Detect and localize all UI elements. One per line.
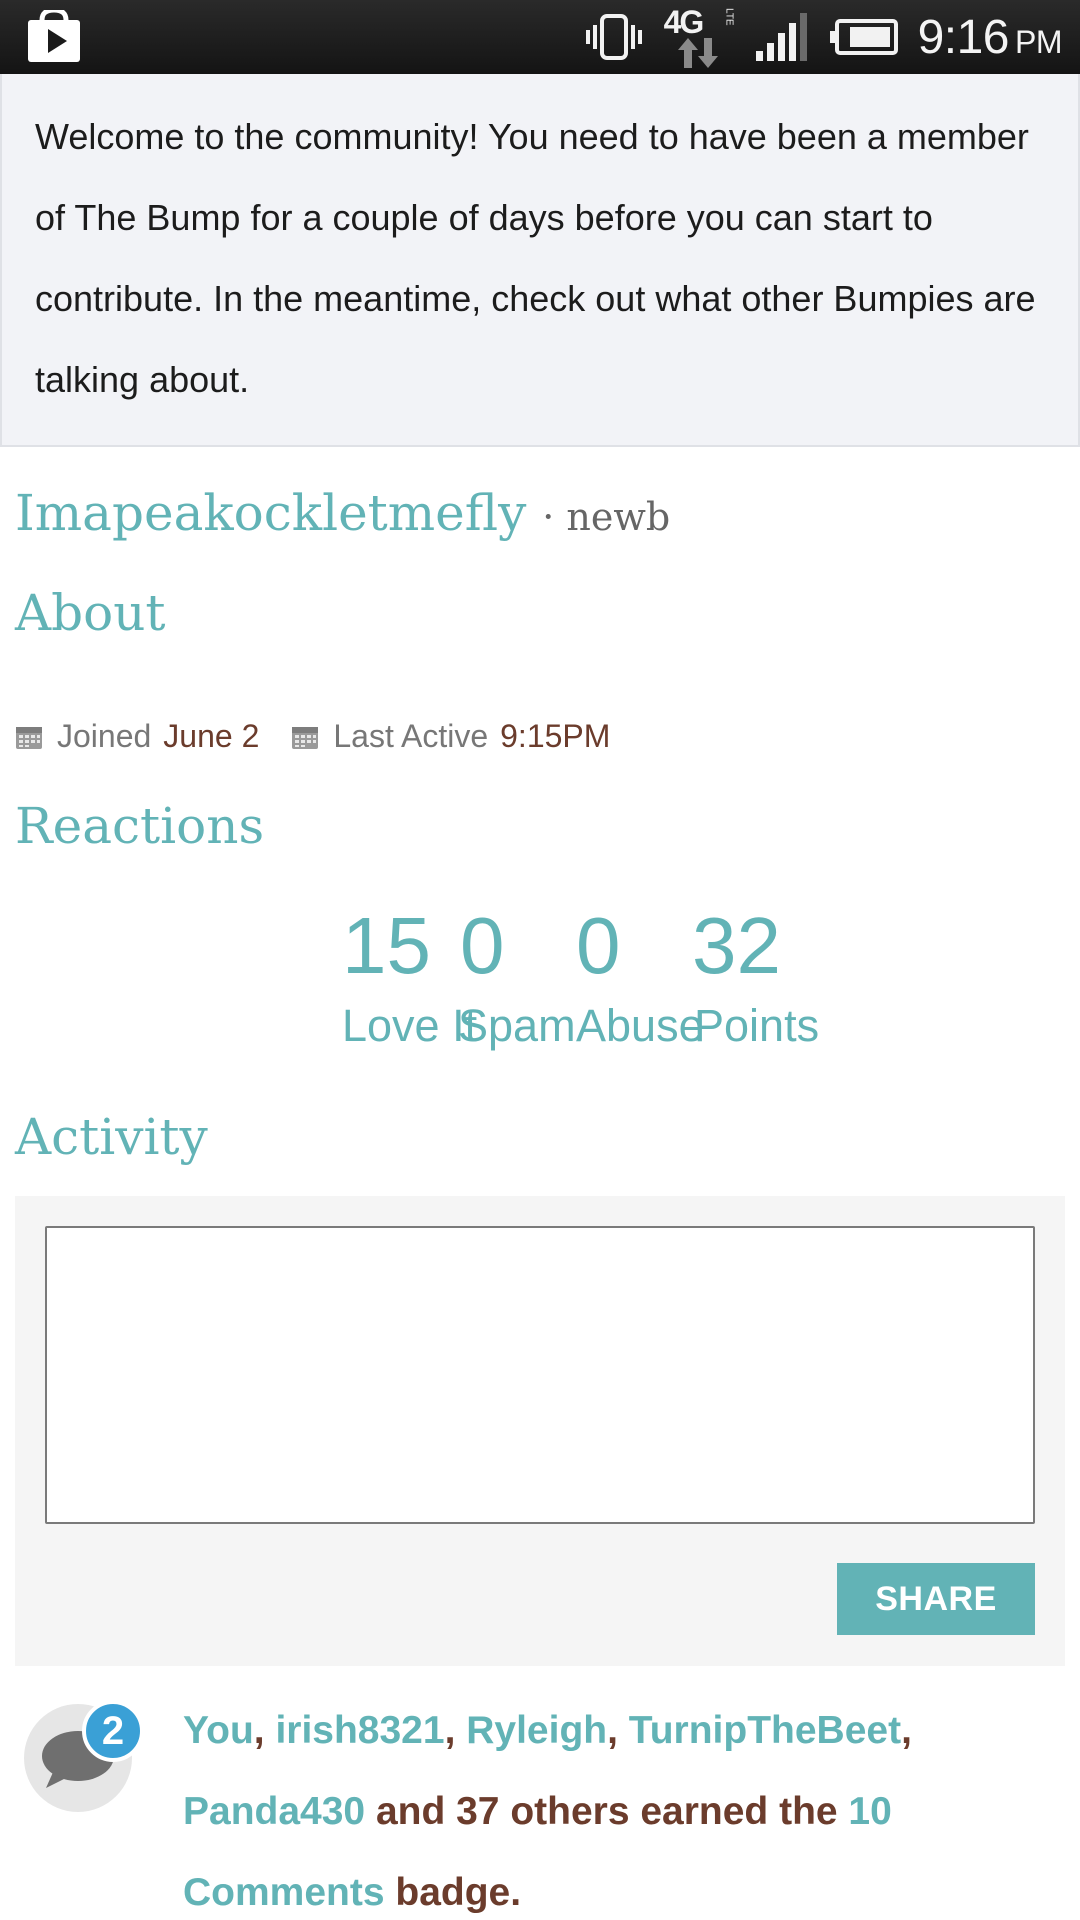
reaction-label-abuse[interactable]: Abuse [576, 1000, 704, 1052]
last-active-value: 9:15PM [500, 718, 611, 754]
calendar-icon [292, 726, 319, 749]
user-link[interactable]: You [183, 1709, 254, 1752]
reaction-count-points: 32 [692, 901, 781, 990]
joined-value: June 2 [163, 718, 260, 754]
last-active-label: Last Active [333, 718, 489, 754]
play-store-icon [28, 10, 80, 62]
clock: 9:16 PM [917, 10, 1063, 64]
user-rank: · newb [542, 495, 671, 539]
activity-heading: Activity [15, 1108, 208, 1166]
user-link[interactable]: Panda430 [183, 1790, 365, 1833]
signal-icon [755, 13, 807, 61]
welcome-message: Welcome to the community! You need to ha… [35, 116, 1036, 400]
reaction-count-spam: 0 [460, 901, 505, 990]
profile-header: Imapeakockletmefly · newb [15, 484, 670, 542]
vibrate-icon [585, 14, 642, 60]
status-bar: 4G LTE 9:16 PM [0, 0, 1080, 74]
battery-icon [829, 19, 898, 55]
about-heading: About [15, 584, 166, 642]
notification-mid-text: and 37 others earned the [365, 1790, 849, 1833]
joined-label: Joined [57, 718, 152, 754]
activity-textarea[interactable] [45, 1226, 1035, 1524]
reaction-count-love-it: 15 [342, 901, 431, 990]
reaction-count-abuse: 0 [576, 901, 621, 990]
notification-count-badge: 2 [82, 1700, 144, 1762]
welcome-banner: Welcome to the community! You need to ha… [0, 74, 1080, 447]
comments-badge-icon: 2 [24, 1700, 146, 1812]
user-link[interactable]: TurnipTheBeet [629, 1709, 901, 1752]
share-button[interactable]: SHARE [837, 1563, 1035, 1635]
profile-meta: Joined June 2 Last Active 9:15PM [15, 718, 642, 755]
reaction-label-love-it[interactable]: Love It [342, 1000, 477, 1052]
reaction-label-spam[interactable]: Spam [458, 1000, 576, 1052]
user-link[interactable]: irish8321 [275, 1709, 444, 1752]
reactions-heading: Reactions [15, 797, 265, 855]
4g-lte-icon: 4G LTE [664, 4, 735, 70]
activity-composer: SHARE [15, 1196, 1065, 1666]
reaction-label-points[interactable]: Points [694, 1000, 819, 1052]
calendar-icon [16, 726, 42, 749]
username: Imapeakockletmefly [15, 484, 527, 542]
badge-notification-text: You, irish8321, Ryleigh, TurnipTheBeet, … [183, 1709, 912, 1914]
user-link[interactable]: Ryleigh [466, 1709, 607, 1752]
notification-end-text: badge. [384, 1871, 522, 1914]
